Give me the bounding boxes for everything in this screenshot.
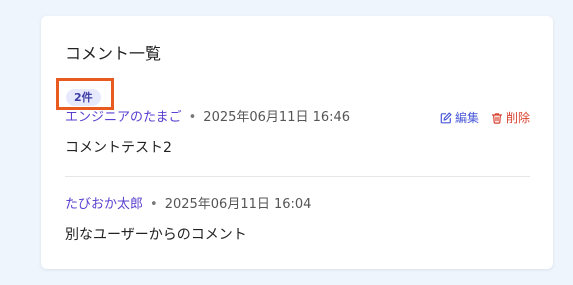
- comment-item: エンジニアのたまご • 2025年06月11日 16:46 編集 削除 コメント…: [65, 108, 530, 158]
- delete-button[interactable]: 削除: [491, 108, 530, 128]
- comment-divider: [65, 176, 530, 177]
- comment-timestamp: 2025年06月11日 16:46: [203, 110, 351, 125]
- delete-button-label: 削除: [505, 111, 530, 125]
- highlight-annotation-box: [56, 78, 114, 110]
- comments-card: コメント一覧 エンジニアのたまご • 2025年06月11日 16:46 編集: [41, 16, 553, 269]
- card-title: コメント一覧: [65, 44, 162, 63]
- edit-button-label: 編集: [454, 111, 479, 125]
- comment-meta: エンジニアのたまご • 2025年06月11日 16:46 編集 削除: [65, 108, 530, 128]
- meta-separator: •: [150, 197, 158, 212]
- comment-author[interactable]: たびおか太郎: [65, 197, 143, 212]
- comment-body: コメントテスト2: [65, 140, 172, 156]
- trash-icon: [491, 112, 503, 124]
- comment-actions: 編集 削除: [440, 108, 530, 130]
- comment-body: 別なユーザーからのコメント: [65, 227, 247, 243]
- meta-separator: •: [188, 110, 197, 125]
- comment-meta: たびおか太郎 • 2025年06月11日 16:04: [65, 195, 530, 215]
- comment-timestamp: 2025年06月11日 16:04: [164, 197, 312, 212]
- comment-item: たびおか太郎 • 2025年06月11日 16:04 別なユーザーからのコメント: [65, 195, 530, 245]
- edit-button[interactable]: 編集: [440, 108, 479, 128]
- edit-icon: [440, 112, 452, 124]
- comment-author[interactable]: エンジニアのたまご: [65, 110, 182, 125]
